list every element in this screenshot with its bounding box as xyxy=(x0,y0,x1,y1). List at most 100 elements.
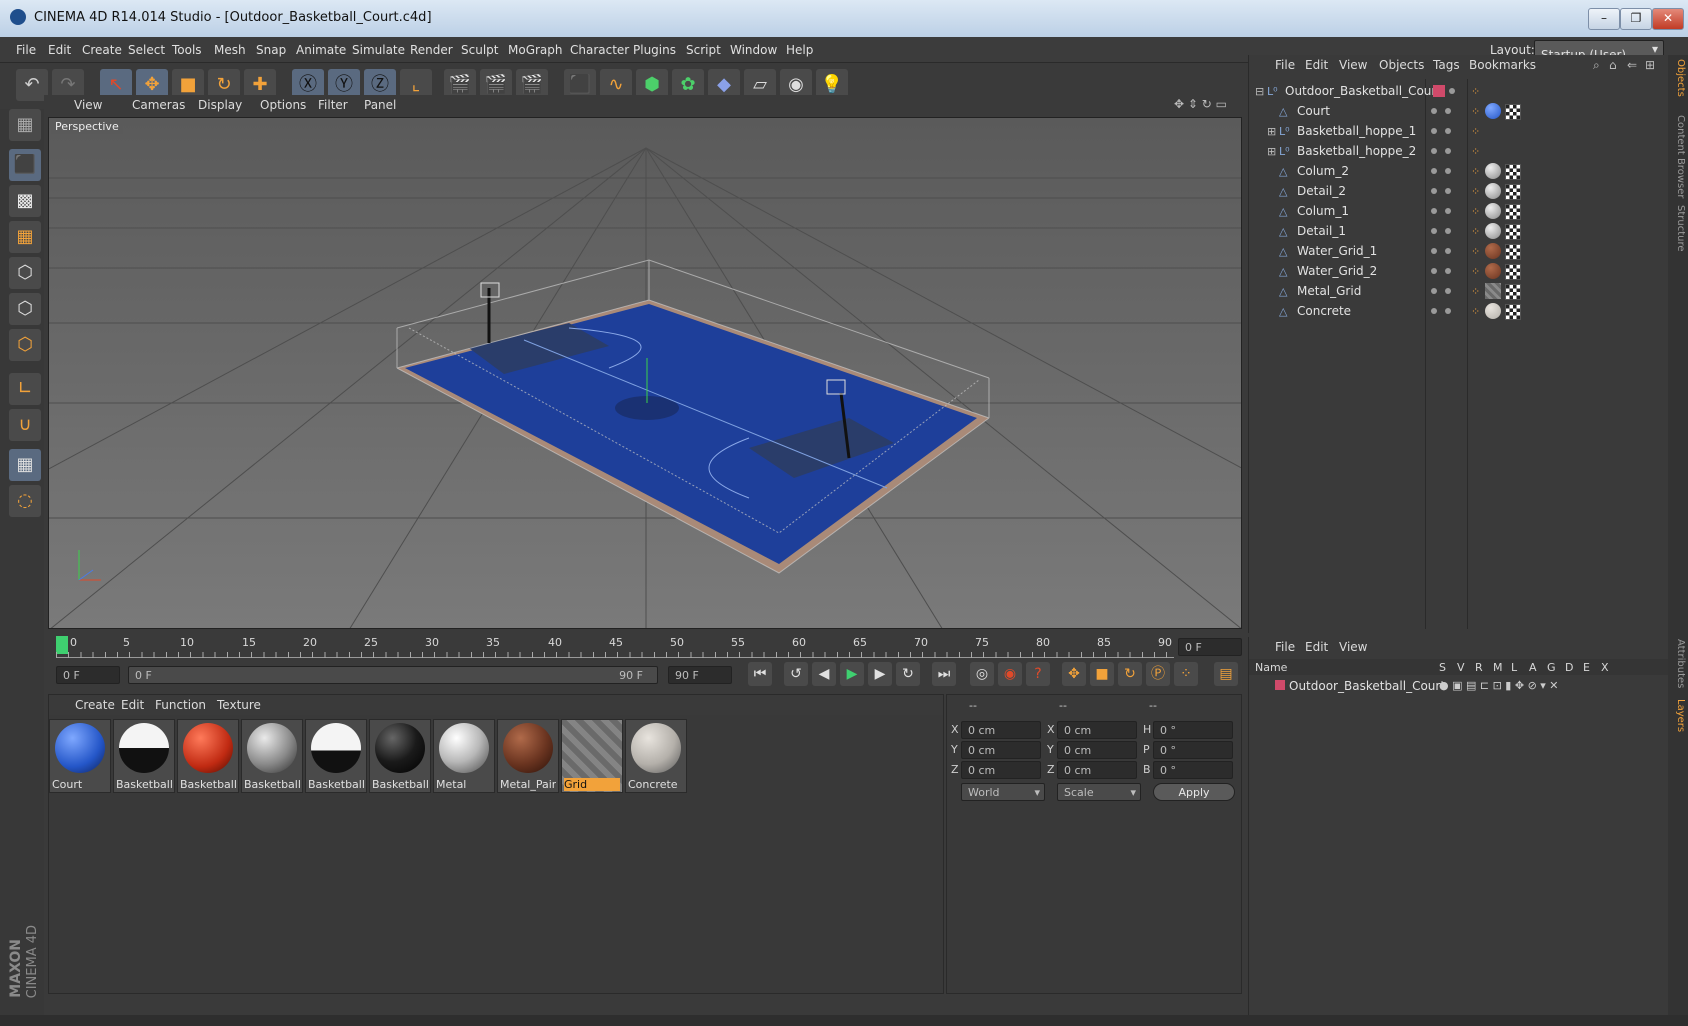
3d-viewport[interactable]: Perspective xyxy=(48,117,1242,629)
object-row-root[interactable]: ⊟ L⁰ Outdoor_Basketball_Court ⁘ xyxy=(1249,81,1669,101)
position-x-field[interactable]: 0 cm xyxy=(961,721,1041,739)
editor-visibility-dot[interactable] xyxy=(1431,308,1437,314)
home-icon[interactable]: ⌂ xyxy=(1609,58,1617,72)
menu-render[interactable]: Render xyxy=(410,43,453,57)
material-tag-icon[interactable] xyxy=(1485,303,1501,319)
texture-tag-icon[interactable] xyxy=(1505,164,1521,180)
editor-visibility-dot[interactable] xyxy=(1431,228,1437,234)
editor-visibility-dot[interactable] xyxy=(1431,268,1437,274)
render-visibility-dot[interactable] xyxy=(1445,288,1451,294)
menu-mograph[interactable]: MoGraph xyxy=(508,43,563,57)
timeline-ruler[interactable]: 0 5 10 15 20 25 30 35 40 45 50 55 60 65 … xyxy=(56,634,1174,658)
expand-icon[interactable]: ⊞ xyxy=(1267,125,1276,138)
material-swatch[interactable]: Court xyxy=(49,719,111,793)
expand-icon[interactable]: ⊞ xyxy=(1267,145,1276,158)
render-visibility-dot[interactable] xyxy=(1445,208,1451,214)
timeline[interactable]: 0 5 10 15 20 25 30 35 40 45 50 55 60 65 … xyxy=(48,632,1242,662)
polygons-mode-icon[interactable]: ⬡ xyxy=(9,329,41,361)
texture-mode-icon[interactable]: ▩ xyxy=(9,185,41,217)
material-menu-function[interactable]: Function xyxy=(155,698,206,712)
end-frame-field[interactable]: 90 F xyxy=(668,666,732,684)
texture-tag-icon[interactable] xyxy=(1505,304,1521,320)
menu-mesh[interactable]: Mesh xyxy=(214,43,246,57)
model-mode-icon[interactable]: ⬛ xyxy=(9,149,41,181)
object-menu-objects[interactable]: Objects xyxy=(1379,58,1424,72)
material-swatch-selected[interactable]: Grid xyxy=(561,719,623,793)
object-menu-bookmarks[interactable]: Bookmarks xyxy=(1469,58,1536,72)
material-swatch[interactable]: Basketball_ xyxy=(305,719,367,793)
next-key-icon[interactable]: ↻ xyxy=(896,662,920,686)
menu-script[interactable]: Script xyxy=(686,43,721,57)
viewport-menu-filter[interactable]: Filter xyxy=(318,98,348,112)
search-icon[interactable]: ⌕ xyxy=(1593,58,1600,73)
coord-mode-select[interactable]: World ▾ xyxy=(961,783,1045,801)
key-rotation-icon[interactable]: ↻ xyxy=(1118,662,1142,686)
render-visibility-dot[interactable] xyxy=(1445,148,1451,154)
object-row[interactable]: △ Colum_1 ⁘ xyxy=(1249,201,1669,221)
editor-visibility-dot[interactable] xyxy=(1431,128,1437,134)
key-scale-icon[interactable]: ■ xyxy=(1090,662,1114,686)
visibility-dot[interactable] xyxy=(1449,88,1455,94)
layer-row[interactable]: Outdoor_Basketball_Court ● ▣ ▤ ⊏ ⊡ ▮ ✥ ⊘… xyxy=(1249,677,1669,695)
rotation-p-field[interactable]: 0 ° xyxy=(1153,741,1233,759)
timeline-window-icon[interactable]: ▤ xyxy=(1214,662,1238,686)
axis-mode-icon[interactable]: ∟ xyxy=(9,373,41,405)
viewport-menu-display[interactable]: Display xyxy=(198,98,242,112)
object-row[interactable]: △ Detail_1 ⁘ xyxy=(1249,221,1669,241)
key-pla-icon[interactable]: ⁘ xyxy=(1174,662,1198,686)
layer-toggle-icons[interactable]: ● ▣ ▤ ⊏ ⊡ ▮ ✥ ⊘ ▾ ✕ xyxy=(1439,679,1559,692)
key-position-icon[interactable]: ✥ xyxy=(1062,662,1086,686)
editor-visibility-dot[interactable] xyxy=(1431,248,1437,254)
size-x-field[interactable]: 0 cm xyxy=(1057,721,1137,739)
texture-tag-icon[interactable] xyxy=(1505,244,1521,260)
object-row[interactable]: △ Water_Grid_1 ⁘ xyxy=(1249,241,1669,261)
tab-layers[interactable]: Layers xyxy=(1670,699,1686,732)
menu-plugins[interactable]: Plugins xyxy=(633,43,676,57)
render-visibility-dot[interactable] xyxy=(1445,308,1451,314)
position-z-field[interactable]: 0 cm xyxy=(961,761,1041,779)
snap-magnet-icon[interactable]: ∪ xyxy=(9,409,41,441)
editor-visibility-dot[interactable] xyxy=(1431,148,1437,154)
previous-frame-icon[interactable]: ◀ xyxy=(812,662,836,686)
rotation-h-field[interactable]: 0 ° xyxy=(1153,721,1233,739)
menu-window[interactable]: Window xyxy=(730,43,777,57)
texture-tag-icon[interactable] xyxy=(1505,224,1521,240)
object-menu-view[interactable]: View xyxy=(1339,58,1367,72)
tab-content-browser[interactable]: Content Browser xyxy=(1670,115,1686,198)
texture-tag-icon[interactable] xyxy=(1505,264,1521,280)
material-tag-icon[interactable] xyxy=(1485,103,1501,119)
object-row[interactable]: ⊞ L⁰ Basketball_hoppe_2 ⁘ xyxy=(1249,141,1669,161)
object-row[interactable]: ⊞ L⁰ Basketball_hoppe_1 ⁘ xyxy=(1249,121,1669,141)
tab-structure[interactable]: Structure xyxy=(1670,205,1686,252)
render-visibility-dot[interactable] xyxy=(1445,268,1451,274)
play-icon[interactable]: ▶ xyxy=(840,662,864,686)
menu-animate[interactable]: Animate xyxy=(296,43,346,57)
editor-visibility-dot[interactable] xyxy=(1431,188,1437,194)
object-menu-edit[interactable]: Edit xyxy=(1305,58,1328,72)
render-visibility-dot[interactable] xyxy=(1445,168,1451,174)
material-tag-icon[interactable] xyxy=(1485,183,1501,199)
material-tag-icon[interactable] xyxy=(1485,263,1501,279)
frame-range-slider[interactable]: 0 F 90 F xyxy=(128,666,658,684)
menu-character[interactable]: Character xyxy=(570,43,629,57)
render-visibility-dot[interactable] xyxy=(1445,188,1451,194)
menu-simulate[interactable]: Simulate xyxy=(352,43,405,57)
object-menu-file[interactable]: File xyxy=(1275,58,1295,72)
material-tag-icon[interactable] xyxy=(1485,203,1501,219)
apply-button[interactable]: Apply xyxy=(1153,783,1235,801)
material-tag-icon[interactable] xyxy=(1485,223,1501,239)
material-tag-icon[interactable] xyxy=(1485,243,1501,259)
start-frame-field[interactable]: 0 F xyxy=(56,666,120,684)
render-visibility-dot[interactable] xyxy=(1445,248,1451,254)
material-swatch[interactable]: Metal xyxy=(433,719,495,793)
maximize-button[interactable]: ❐ xyxy=(1620,8,1652,30)
layer-menu-view[interactable]: View xyxy=(1339,640,1367,654)
make-editable-icon[interactable]: ▦ xyxy=(9,109,41,141)
menu-snap[interactable]: Snap xyxy=(256,43,286,57)
size-y-field[interactable]: 0 cm xyxy=(1057,741,1137,759)
viewport-menu-cameras[interactable]: Cameras xyxy=(132,98,185,112)
keyframe-help-icon[interactable]: ? xyxy=(1026,662,1050,686)
previous-key-icon[interactable]: ↺ xyxy=(784,662,808,686)
render-visibility-dot[interactable] xyxy=(1445,108,1451,114)
material-swatch[interactable]: Basketball_ xyxy=(113,719,175,793)
